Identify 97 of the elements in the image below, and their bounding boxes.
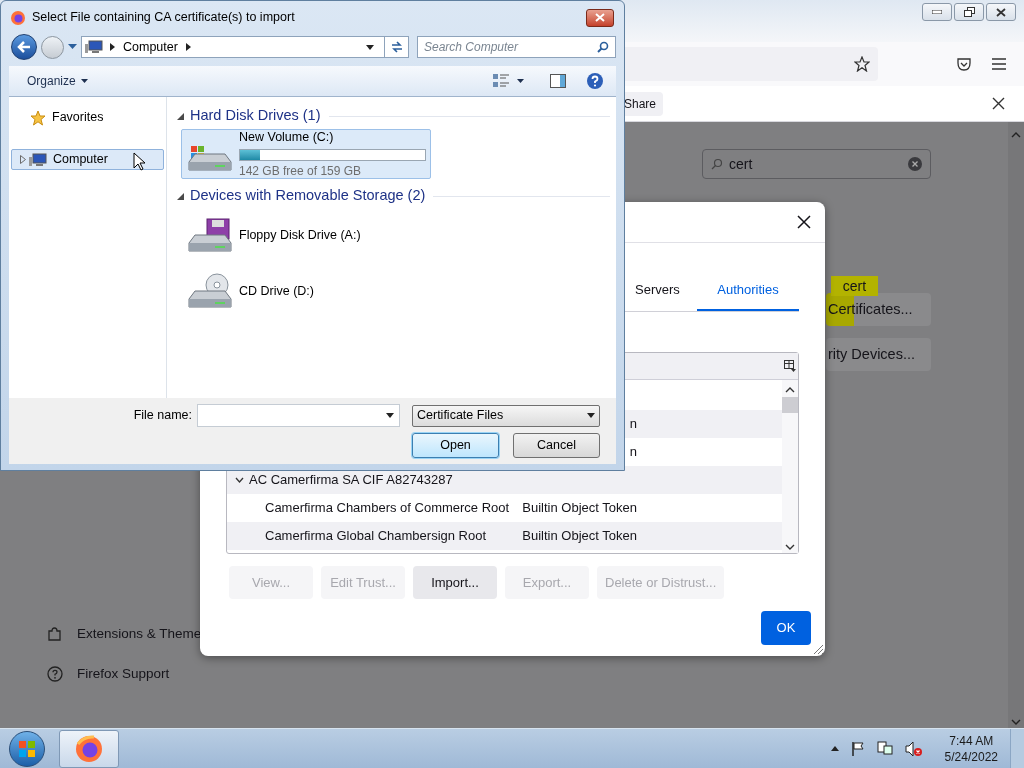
settings-search-field[interactable]: cert xyxy=(702,149,931,179)
floppy-drive-icon xyxy=(185,217,233,253)
browser-logo-icon xyxy=(10,9,26,26)
group-header[interactable]: Devices with Removable Storage (2) xyxy=(190,185,426,207)
close-button[interactable] xyxy=(586,8,614,27)
refresh-icon xyxy=(390,41,403,53)
file-name-field[interactable] xyxy=(197,404,400,427)
browser-logo-icon xyxy=(74,733,104,764)
search-icon xyxy=(711,158,723,170)
muted-speaker-icon[interactable] xyxy=(904,740,923,757)
table-cell-text: n xyxy=(629,443,637,462)
table-cell: Camerfirma Global Chambersign Root xyxy=(265,528,487,544)
pocket-icon[interactable] xyxy=(957,57,971,71)
close-icon xyxy=(996,7,1006,17)
resize-grip-icon xyxy=(812,643,824,655)
table-cell-text: AC Camerfirma SA CIF A82743287 xyxy=(249,471,453,490)
cancel-button[interactable]: Cancel xyxy=(513,433,600,458)
scrollbar-thumb[interactable] xyxy=(782,397,798,413)
window-title: Select File containing CA certificate(s) to import xyxy=(32,9,295,27)
flag-icon[interactable] xyxy=(850,741,865,756)
caret-icon xyxy=(80,79,88,83)
search-value: cert xyxy=(729,154,753,174)
drive-tile[interactable]: Floppy Disk Drive (A:) xyxy=(181,209,431,261)
navigation-item[interactable]: Favorites xyxy=(11,107,164,128)
drive-space-text: 142 GB free of 159 GB xyxy=(239,162,363,180)
clear-icon[interactable] xyxy=(908,157,922,171)
drive-tile[interactable]: CD Drive (D:) xyxy=(181,265,431,317)
open-button[interactable]: Open xyxy=(412,433,499,458)
cd-drive-icon xyxy=(185,273,233,309)
view-options-button[interactable] xyxy=(493,74,524,88)
mouse-cursor-icon xyxy=(133,152,146,171)
back-arrow-icon xyxy=(17,41,31,53)
settings-button[interactable]: rity Devices... xyxy=(826,338,931,371)
breadcrumb-arrow-icon xyxy=(110,43,115,51)
start-button[interactable] xyxy=(9,730,45,767)
back-button[interactable] xyxy=(11,34,37,60)
navigation-item[interactable]: Computer xyxy=(11,149,164,170)
close-icon[interactable] xyxy=(797,215,811,229)
table-cell: Camerfirma Chambers of Commerce Root xyxy=(265,500,510,516)
drive-name: Floppy Disk Drive (A:) xyxy=(239,226,362,244)
column-picker-icon[interactable] xyxy=(784,360,796,372)
group-header[interactable]: Hard Disk Drives (1) xyxy=(190,105,321,127)
breadcrumb-item[interactable]: Computer xyxy=(123,37,178,57)
action-button[interactable]: Import... xyxy=(413,566,497,599)
file-type-dropdown[interactable]: Certificate Files xyxy=(412,404,600,427)
address-bar[interactable]: Computer xyxy=(81,36,409,58)
drive-name: New Volume (C:) xyxy=(239,129,335,147)
windows-logo-icon xyxy=(18,739,36,758)
table-cell-text: n xyxy=(629,415,637,434)
drive-tile[interactable]: New Volume (C:) 142 GB free of 159 GB xyxy=(181,129,431,179)
taskbar-app-button[interactable] xyxy=(59,729,119,768)
puzzle-piece-icon[interactable] xyxy=(47,625,63,642)
close-button[interactable] xyxy=(986,3,1016,21)
collapse-arrow-icon[interactable] xyxy=(177,192,184,200)
table-row[interactable]: Camerfirma Global Chambersign Root Builtin Object Token xyxy=(227,522,782,550)
caret-icon xyxy=(587,413,595,418)
caret-icon xyxy=(386,413,394,418)
restore-icon xyxy=(963,7,975,17)
network-icon[interactable] xyxy=(876,741,893,756)
drive-name: CD Drive (D:) xyxy=(239,282,315,300)
preview-pane-icon[interactable] xyxy=(550,74,566,88)
table-cell-text: Builtin Object Token xyxy=(522,527,637,546)
help-icon[interactable] xyxy=(586,72,604,90)
search-icon xyxy=(597,41,609,53)
search-highlight-tooltip: cert xyxy=(831,276,878,296)
help-icon[interactable] xyxy=(47,665,63,682)
star-icon[interactable] xyxy=(854,56,870,72)
clock-date: 5/24/2022 xyxy=(944,748,998,765)
computer-icon xyxy=(29,152,47,167)
ok-button[interactable]: OK xyxy=(761,611,811,645)
chevron-icon[interactable] xyxy=(235,477,244,483)
menu-icon[interactable] xyxy=(992,58,1006,70)
close-icon[interactable] xyxy=(992,97,1005,110)
breadcrumb-arrow-icon xyxy=(185,43,191,51)
collapse-arrow-icon[interactable] xyxy=(177,112,184,120)
sidebar-link[interactable]: Firefox Support xyxy=(77,663,170,684)
caret-icon xyxy=(517,79,524,83)
minimize-icon xyxy=(932,10,942,14)
tab[interactable]: Authorities xyxy=(697,271,799,311)
computer-icon xyxy=(85,40,103,54)
restore-button[interactable] xyxy=(954,3,984,21)
table-cell-text: Builtin Object Token xyxy=(522,499,637,518)
scroll-up-icon[interactable] xyxy=(785,387,795,393)
star-icon xyxy=(30,109,46,126)
expand-arrow-icon xyxy=(20,155,26,164)
search-placeholder: Search Computer xyxy=(424,39,519,56)
sidebar-link[interactable]: Extensions & Theme xyxy=(77,623,202,644)
clock[interactable]: 7:44 AM 5/24/2022 xyxy=(944,732,998,765)
dropdown-caret-icon[interactable] xyxy=(366,44,374,50)
search-field[interactable]: Search Computer xyxy=(417,36,616,58)
show-hidden-icons-icon[interactable] xyxy=(830,746,839,751)
close-icon xyxy=(595,13,605,22)
clock-time: 7:44 AM xyxy=(949,732,994,749)
file-name-label: File name: xyxy=(133,407,192,425)
details-view-icon xyxy=(493,74,509,88)
organize-button[interactable]: Organize xyxy=(27,72,88,90)
scroll-down-icon[interactable] xyxy=(785,544,795,550)
